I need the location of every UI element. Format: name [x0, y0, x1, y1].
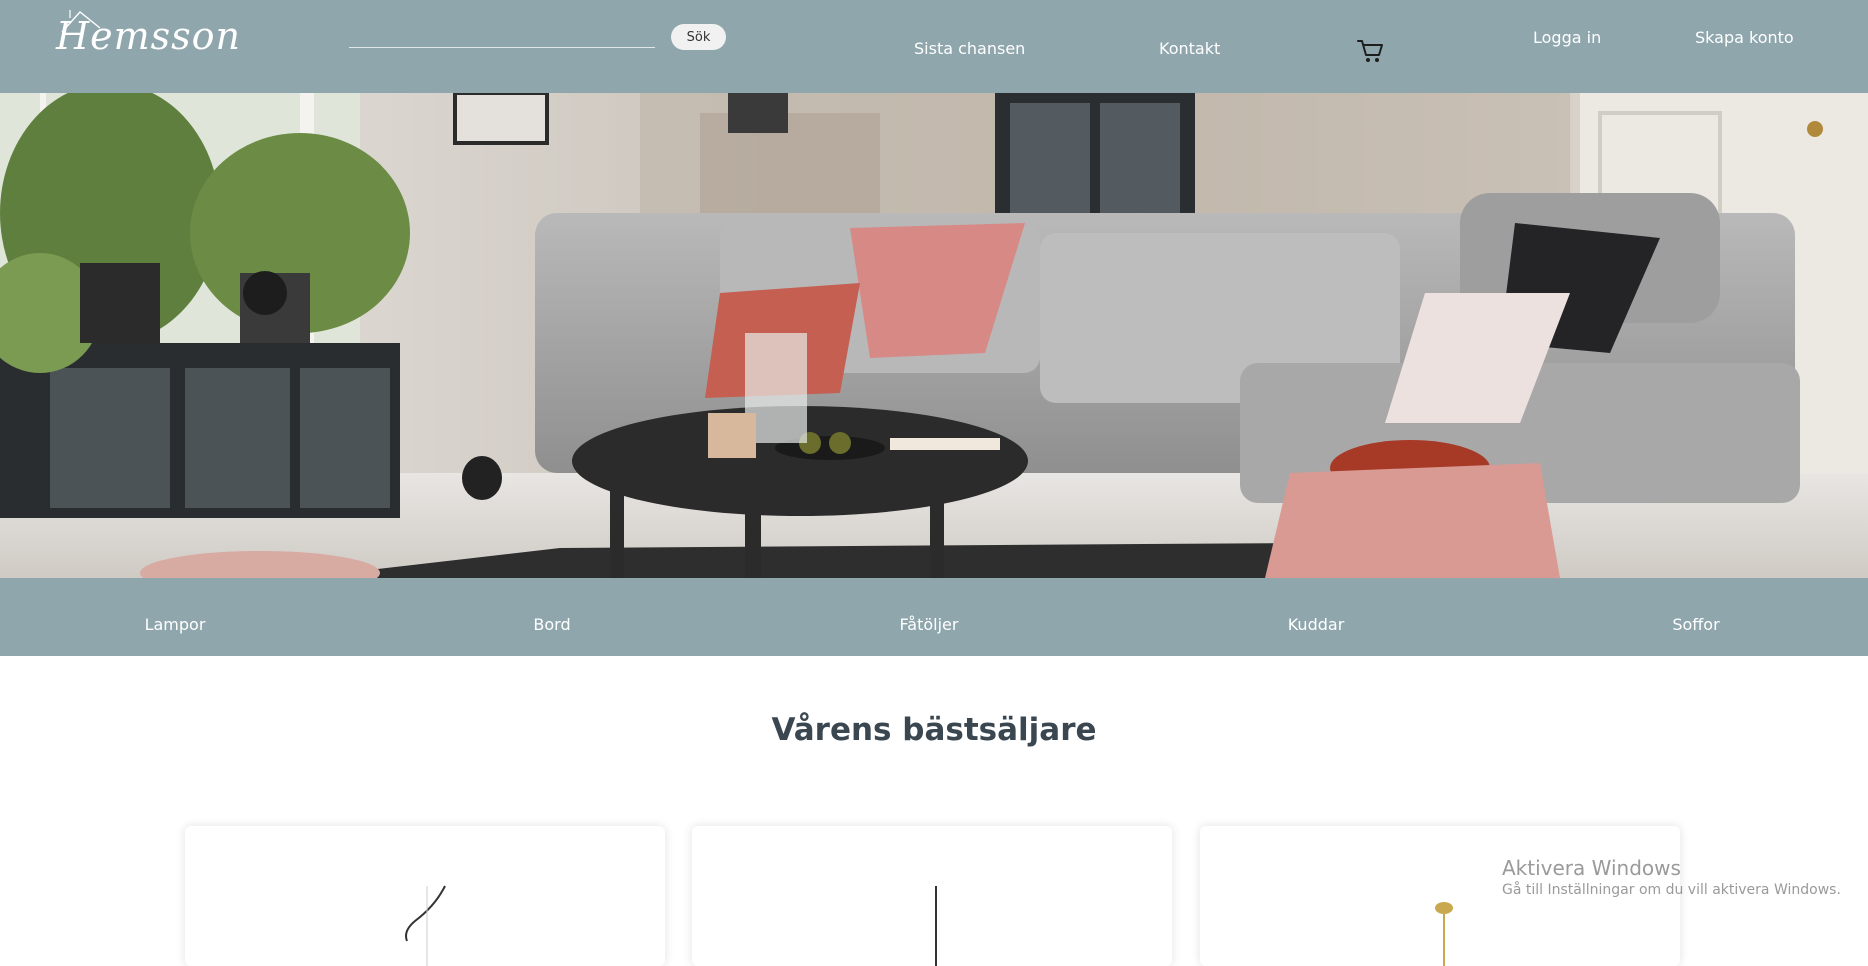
category-fatoljer[interactable]: Fåtöljer	[900, 578, 959, 656]
category-bord[interactable]: Bord	[533, 578, 570, 656]
category-kuddar[interactable]: Kuddar	[1288, 578, 1345, 656]
logo-text: Hemsson	[56, 14, 242, 58]
category-lampor[interactable]: Lampor	[145, 578, 206, 656]
nav-skapa-konto[interactable]: Skapa konto	[1695, 28, 1794, 47]
product-card[interactable]	[692, 826, 1172, 966]
cart-link[interactable]	[1357, 38, 1385, 64]
category-nav: Lampor Bord Fåtöljer Kuddar Soffor	[0, 578, 1868, 656]
site-logo[interactable]: Hemsson	[56, 6, 252, 58]
nav-sista-chansen[interactable]: Sista chansen	[914, 39, 1025, 58]
search-input[interactable]	[349, 22, 655, 48]
shopping-cart-icon	[1357, 40, 1383, 62]
windows-activation-subtitle: Gå till Inställningar om du vill aktiver…	[1502, 882, 1841, 898]
windows-activation-title: Aktivera Windows	[1502, 856, 1681, 880]
nav-logga-in[interactable]: Logga in	[1533, 28, 1601, 47]
product-image	[935, 886, 937, 966]
search-button[interactable]: Sök	[671, 24, 726, 50]
product-card[interactable]	[185, 826, 665, 966]
nav-kontakt[interactable]: Kontakt	[1159, 39, 1220, 58]
hero-image	[0, 93, 1868, 578]
product-image	[405, 885, 446, 966]
category-soffor[interactable]: Soffor	[1672, 578, 1719, 656]
site-header: Hemsson Sök Sista chansen Kontakt Logga …	[0, 0, 1868, 93]
living-room-photo	[0, 93, 1868, 578]
section-title: Vårens bästsäljare	[771, 712, 1097, 748]
